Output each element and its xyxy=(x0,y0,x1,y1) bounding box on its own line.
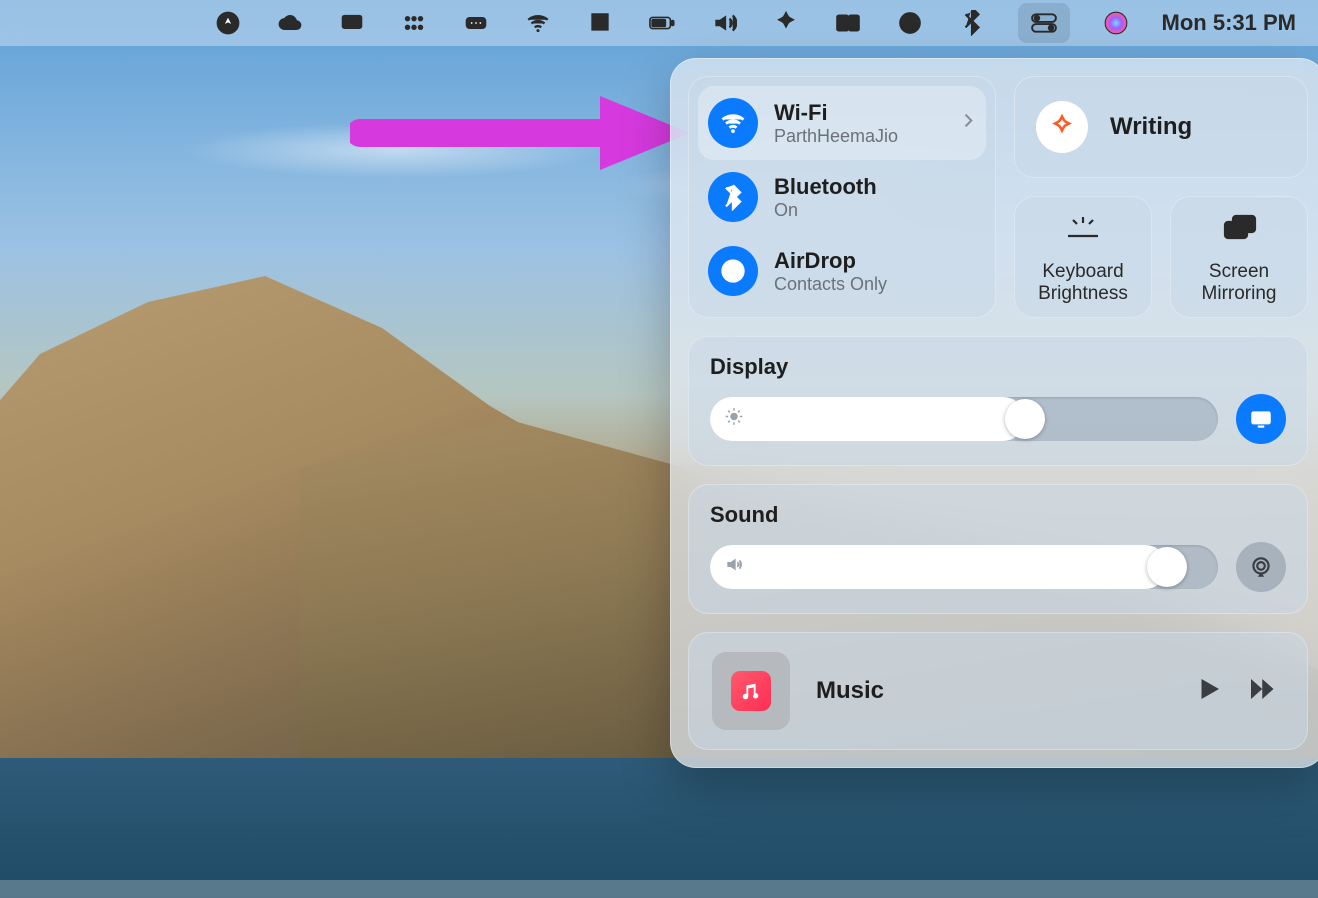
siri-icon[interactable] xyxy=(1100,7,1132,39)
airdrop-status: Contacts Only xyxy=(774,274,887,295)
music-title: Music xyxy=(816,677,1168,705)
chevron-right-icon[interactable] xyxy=(958,111,978,136)
control-center-menu-icon[interactable] xyxy=(1018,3,1070,43)
display-slider-fill xyxy=(710,397,1025,441)
wifi-toggle[interactable]: Wi-Fi ParthHeemaJio xyxy=(698,86,986,160)
keyboard-indicator-icon[interactable] xyxy=(460,7,492,39)
wifi-title: Wi-Fi xyxy=(774,100,898,126)
bluetooth-status: On xyxy=(774,200,877,221)
airdrop-title: AirDrop xyxy=(774,248,887,274)
display-slider-knob[interactable] xyxy=(1005,399,1045,439)
display-label: Display xyxy=(710,354,1286,380)
password-manager-icon[interactable] xyxy=(894,7,926,39)
music-card[interactable]: Music xyxy=(688,632,1308,750)
screen-mirroring-button[interactable]: ScreenMirroring xyxy=(1170,196,1308,318)
wifi-menu-icon[interactable] xyxy=(522,7,554,39)
brightness-low-icon xyxy=(724,407,744,432)
cloud-icon[interactable] xyxy=(274,7,306,39)
volume-menu-icon[interactable] xyxy=(708,7,740,39)
speaker-icon xyxy=(724,555,744,580)
focus-label: Writing xyxy=(1110,113,1192,141)
bluetooth-toggle[interactable]: Bluetooth On xyxy=(698,160,986,234)
music-app-icon xyxy=(731,671,771,711)
keyboard-brightness-icon xyxy=(1065,210,1101,251)
menu-bar: Mon 5:31 PM xyxy=(0,0,1318,46)
display-card: Display xyxy=(688,336,1308,466)
battery-icon[interactable] xyxy=(646,7,678,39)
connectivity-card: Wi-Fi ParthHeemaJio Bluetooth On xyxy=(688,76,996,318)
focus-button[interactable]: Writing xyxy=(1014,76,1308,178)
sound-card: Sound xyxy=(688,484,1308,614)
menu-bar-clock[interactable]: Mon 5:31 PM xyxy=(1162,10,1296,36)
sound-slider-knob[interactable] xyxy=(1147,547,1187,587)
bluetooth-title: Bluetooth xyxy=(774,174,877,200)
sound-volume-slider[interactable] xyxy=(710,545,1218,589)
app-status-icon-1[interactable] xyxy=(336,7,368,39)
wifi-icon xyxy=(708,98,758,148)
focus-writing-icon xyxy=(1036,101,1088,153)
app-status-icon-2[interactable] xyxy=(398,7,430,39)
wifi-network-name: ParthHeemaJio xyxy=(774,126,898,147)
bluetooth-menu-icon[interactable] xyxy=(956,7,988,39)
play-button[interactable] xyxy=(1194,674,1224,709)
wallpaper-water xyxy=(0,758,1318,898)
next-track-button[interactable] xyxy=(1246,674,1276,709)
focus-menu-icon[interactable] xyxy=(770,7,802,39)
sound-label: Sound xyxy=(710,502,1286,528)
keyboard-brightness-label: KeyboardBrightness xyxy=(1038,261,1128,305)
screen-mirroring-label: ScreenMirroring xyxy=(1202,261,1277,305)
sidecar-menu-icon[interactable] xyxy=(832,7,864,39)
airplay-audio-button[interactable] xyxy=(1236,542,1286,592)
sound-slider-fill xyxy=(710,545,1167,589)
airdrop-icon xyxy=(708,246,758,296)
control-center-panel: Wi-Fi ParthHeemaJio Bluetooth On xyxy=(670,58,1318,768)
bluetooth-icon xyxy=(708,172,758,222)
display-settings-button[interactable] xyxy=(1236,394,1286,444)
music-artwork xyxy=(712,652,790,730)
keyboard-brightness-button[interactable]: KeyboardBrightness xyxy=(1014,196,1152,318)
screen-mirroring-icon xyxy=(1221,210,1257,251)
desktop: Mon 5:31 PM Wi-Fi ParthHeemaJio xyxy=(0,0,1318,898)
display-menu-icon[interactable] xyxy=(584,7,616,39)
airdrop-toggle[interactable]: AirDrop Contacts Only xyxy=(698,234,986,308)
display-brightness-slider[interactable] xyxy=(710,397,1218,441)
location-icon[interactable] xyxy=(212,7,244,39)
